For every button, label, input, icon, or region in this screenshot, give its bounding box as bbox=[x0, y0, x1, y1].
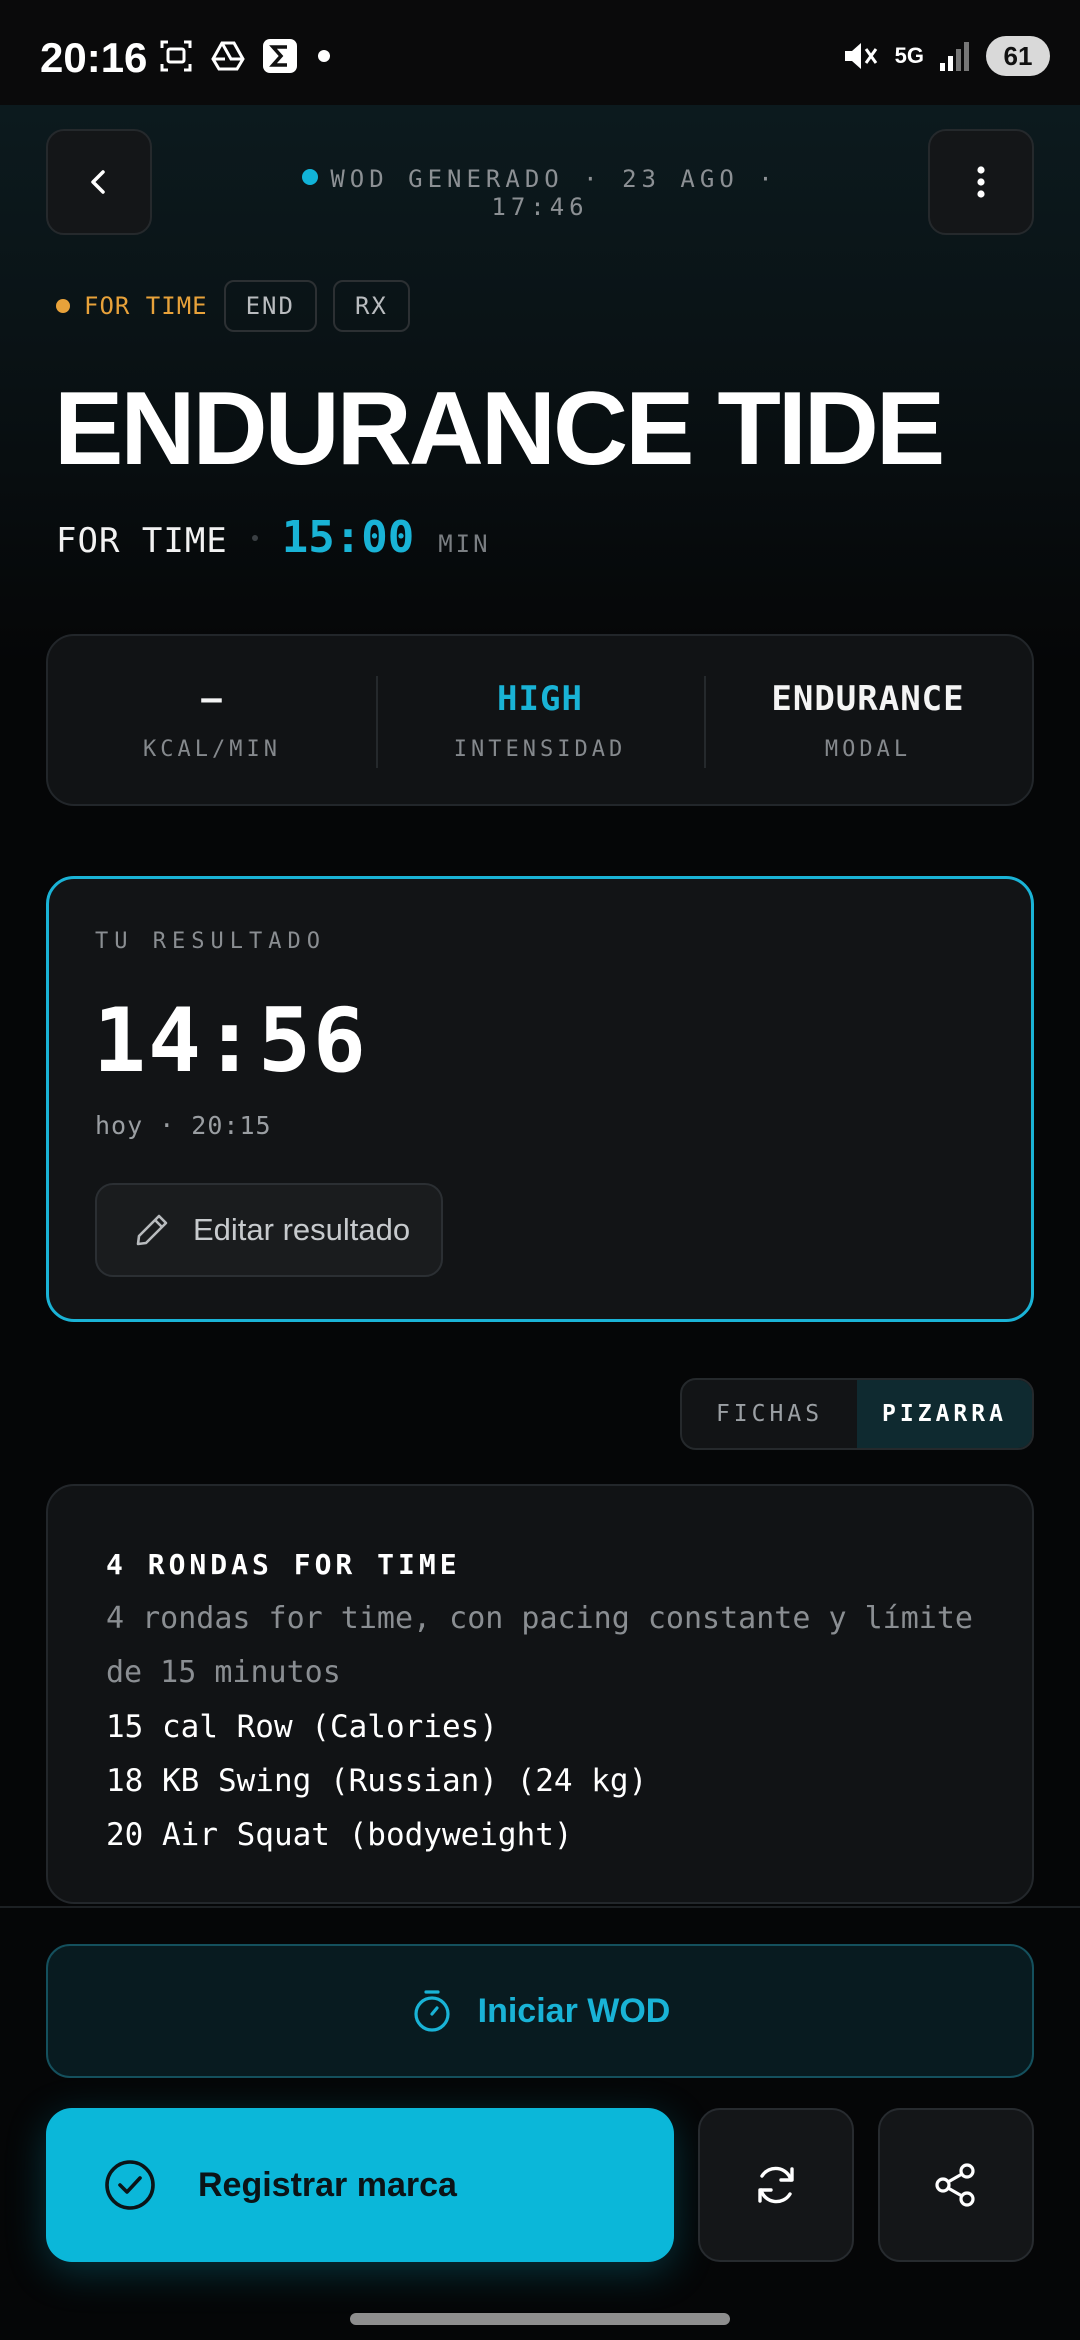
view-toggle: FICHAS PIZARRA bbox=[680, 1378, 1034, 1450]
board-heading: 4 RONDAS FOR TIME bbox=[106, 1548, 461, 1581]
pencil-icon bbox=[136, 1214, 168, 1246]
status-icons-left bbox=[158, 38, 330, 74]
more-options-button[interactable] bbox=[928, 129, 1034, 235]
share-button[interactable] bbox=[878, 2108, 1034, 2262]
notification-dot bbox=[318, 50, 330, 62]
workout-type-label: FOR TIME bbox=[84, 292, 208, 320]
toggle-pizarra[interactable]: PIZARRA bbox=[857, 1380, 1032, 1448]
back-button[interactable] bbox=[46, 129, 152, 235]
workout-type-tag: FOR TIME bbox=[56, 292, 208, 320]
edit-result-label: Editar resultado bbox=[193, 1212, 411, 1247]
mute-icon bbox=[844, 43, 877, 69]
workout-format: FOR TIME bbox=[56, 521, 228, 561]
movement-line: 18 KB Swing (Russian) (24 kg) bbox=[106, 1763, 648, 1799]
edit-result-button[interactable]: Editar resultado bbox=[95, 1183, 443, 1277]
check-circle-icon bbox=[105, 2160, 155, 2210]
stat-value: ENDURANCE bbox=[771, 678, 965, 719]
stat-label: INTENSIDAD bbox=[453, 736, 627, 762]
home-indicator[interactable] bbox=[350, 2313, 730, 2325]
board-description: 4 rondas for time, con pacing constante … bbox=[106, 1601, 973, 1690]
status-bar: 20:16 5G 61 bbox=[0, 0, 1080, 105]
chevron-left-icon bbox=[91, 170, 105, 194]
movement-line: 15 cal Row (Calories) bbox=[106, 1709, 498, 1745]
movement-line: 20 Air Squat (bodyweight) bbox=[106, 1817, 573, 1853]
stopwatch-icon bbox=[414, 1990, 450, 2032]
result-timestamp: hoy · 20:15 bbox=[95, 1111, 272, 1140]
stats-card: — KCAL/MIN HIGH INTENSIDAD ENDURANCE MOD… bbox=[46, 634, 1034, 806]
stat-value: HIGH bbox=[497, 678, 583, 719]
time-unit: MIN bbox=[438, 530, 491, 558]
type-dot bbox=[56, 299, 70, 313]
signal-icon bbox=[940, 42, 969, 71]
start-wod-label: Iniciar WOD bbox=[477, 1991, 671, 2030]
wod-info-text: WOD GENERADO · 23 AGO · 17:46 bbox=[330, 165, 778, 221]
network-label: 5G bbox=[894, 43, 924, 68]
stat-kcal: — KCAL/MIN bbox=[48, 636, 376, 804]
workout-tags: FOR TIME END RX bbox=[56, 280, 410, 332]
separator-dot bbox=[251, 534, 258, 541]
toggle-fichas[interactable]: FICHAS bbox=[682, 1380, 857, 1448]
share-icon bbox=[935, 2163, 975, 2207]
result-time: 14:56 bbox=[93, 989, 368, 1092]
more-vertical-icon bbox=[977, 166, 985, 198]
stat-value: — bbox=[201, 678, 223, 719]
start-wod-button[interactable]: Iniciar WOD bbox=[46, 1944, 1034, 2078]
sigma-app-icon bbox=[263, 39, 297, 73]
drive-icon bbox=[211, 41, 245, 71]
stat-label: MODAL bbox=[824, 736, 912, 762]
status-dot bbox=[302, 169, 319, 185]
tag-chip-end: END bbox=[223, 280, 317, 332]
status-icons-right: 5G 61 bbox=[841, 36, 1050, 76]
workout-title: ENDURANCE TIDE bbox=[54, 371, 945, 487]
result-card: TU RESULTADO 14:56 hoy · 20:15 Editar re… bbox=[46, 876, 1034, 1322]
screenshot-icon bbox=[160, 40, 192, 72]
stat-modal: ENDURANCE MODAL bbox=[704, 636, 1032, 804]
workout-subtitle: FOR TIME 15:00 MIN bbox=[56, 512, 491, 563]
refresh-icon bbox=[758, 2166, 794, 2204]
workout-board: 4 RONDAS FOR TIME 4 rondas for time, con… bbox=[46, 1484, 1034, 1904]
time-cap: 15:00 bbox=[281, 512, 415, 563]
stat-intensity: HIGH INTENSIDAD bbox=[376, 636, 704, 804]
result-label: TU RESULTADO bbox=[95, 929, 326, 954]
register-mark-label: Registrar marca bbox=[198, 2165, 457, 2204]
bottom-divider bbox=[0, 1906, 1080, 1908]
register-mark-button[interactable]: Registrar marca bbox=[46, 2108, 674, 2262]
status-time: 20:16 bbox=[40, 34, 148, 81]
tag-chip-rx: RX bbox=[332, 280, 410, 332]
wod-info: WOD GENERADO · 23 AGO · 17:46 bbox=[260, 165, 820, 221]
refresh-button[interactable] bbox=[698, 2108, 854, 2262]
stat-label: KCAL/MIN bbox=[143, 736, 281, 762]
battery-icon: 61 bbox=[986, 36, 1050, 76]
